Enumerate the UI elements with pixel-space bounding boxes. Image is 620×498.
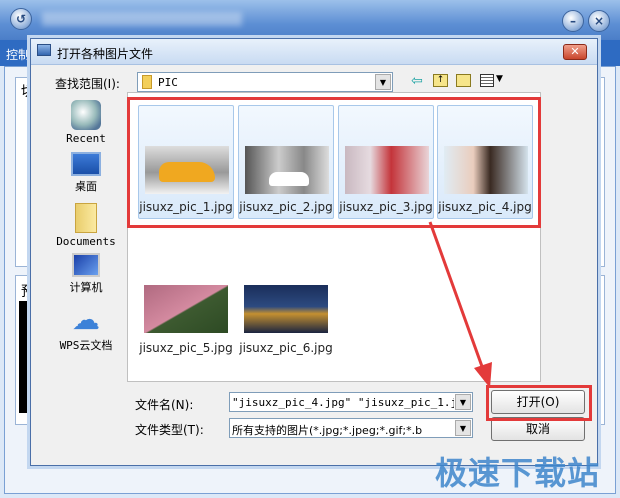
filename-label: 文件名(N):: [135, 398, 194, 412]
watermark-logo: 极速下载站: [434, 454, 600, 492]
filename-input[interactable]: "jisuxz_pic_4.jpg" "jisuxz_pic_1.jpg" ▼: [229, 392, 473, 412]
open-button-highlight-box: [486, 385, 592, 421]
filetype-label: 文件类型(T):: [135, 423, 204, 437]
arrow-line: [428, 221, 486, 373]
chevron-down-icon[interactable]: ▼: [455, 420, 471, 436]
filetype-dropdown[interactable]: 所有支持的图片(*.jpg;*.jpeg;*.gif;*.b ▼: [229, 418, 473, 438]
chevron-down-icon[interactable]: ▼: [455, 394, 471, 410]
